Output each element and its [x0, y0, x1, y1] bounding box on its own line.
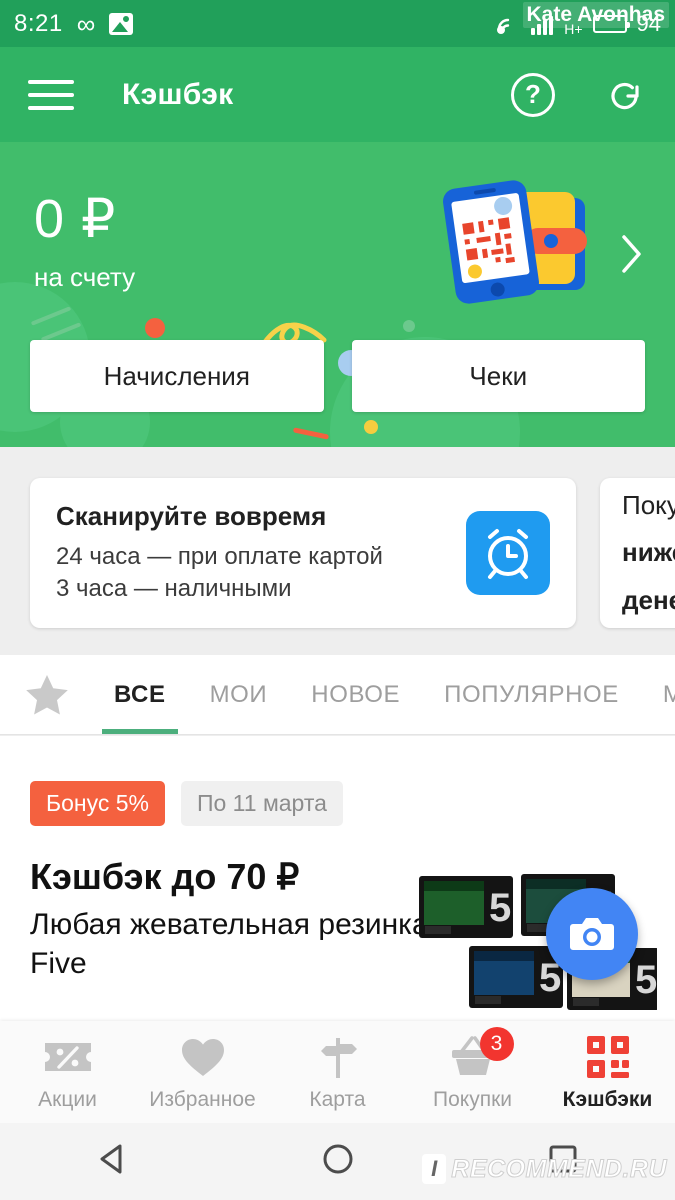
camera-icon: [570, 918, 614, 950]
info-card-scan-on-time[interactable]: Сканируйте вовремя 24 часа — при оплате …: [30, 478, 576, 628]
hamburger-icon[interactable]: [28, 79, 74, 110]
phone-qr-wallet-illustration: [433, 170, 603, 310]
info-card-line-1: 24 часа — при оплате картой: [56, 543, 383, 571]
info-card-next-line-3: дене: [622, 584, 675, 615]
tab-popular[interactable]: ПОПУЛЯРНОЕ: [422, 655, 641, 734]
decorative-dot: [364, 420, 378, 434]
image-icon: [109, 12, 134, 35]
ticket-percent-icon: [43, 1033, 93, 1081]
offer-text: Кэшбэк до 70 ₽ Любая жевательная резинка…: [30, 856, 430, 983]
decorative-dot: [145, 318, 165, 338]
accruals-button[interactable]: Начисления: [30, 340, 324, 412]
app-bar: Кэшбэк ?: [0, 47, 675, 142]
nav-label-favorites: Избранное: [149, 1087, 256, 1111]
app-bar-actions: ?: [511, 72, 647, 117]
tab-all[interactable]: ВСЕ: [92, 655, 188, 734]
category-tabs[interactable]: ВСЕ МОИ НОВОЕ ПОПУЛЯРНОЕ МОЛ: [0, 655, 675, 735]
balance-block: 0 ₽ на счету: [34, 192, 135, 293]
refresh-icon[interactable]: [603, 73, 647, 117]
status-bar-left: 8:21 ∞: [14, 8, 134, 39]
infinity-icon: ∞: [76, 8, 96, 39]
info-card-title: Сканируйте вовремя: [56, 501, 327, 532]
offer-badges: Бонус 5% По 11 марта: [0, 736, 675, 826]
balance-amount: 0 ₽: [34, 189, 117, 249]
nav-label-cashbacks: Кэшбэки: [562, 1087, 653, 1111]
decorative-dot: [403, 320, 415, 332]
chevron-right-icon[interactable]: [619, 232, 645, 281]
decorative-dash: [292, 427, 330, 440]
offer-title: Кэшбэк до 70 ₽: [30, 856, 300, 897]
page-title: Кэшбэк: [122, 77, 234, 111]
info-card-next-line-1: Поку: [622, 490, 675, 521]
offer-subtitle: Любая жевательная резинка Five: [30, 908, 429, 981]
nav-label-purchases: Покупки: [433, 1087, 512, 1111]
balance-hero: 0 ₽ на счету Начисления Чеки: [0, 142, 675, 447]
balance-label: на счету: [34, 262, 136, 292]
hotspot-icon: [495, 13, 521, 35]
nav-item-promotions[interactable]: Акции: [0, 1033, 135, 1112]
nav-label-promotions: Акции: [38, 1087, 97, 1111]
tab-dairy[interactable]: МОЛ: [641, 655, 675, 734]
basket-icon: 3: [448, 1026, 514, 1081]
bottom-navigation[interactable]: Акции Избранное Карта 3 Покупки Кэшбэки: [0, 1021, 675, 1123]
svg-text:5: 5: [489, 886, 511, 930]
status-bar: 8:21 ∞ H+ 94 Kate Avonhas: [0, 0, 675, 47]
signpost-icon: [315, 1033, 361, 1081]
svg-text:5: 5: [635, 958, 657, 1002]
receipts-button[interactable]: Чеки: [351, 340, 645, 412]
star-icon[interactable]: [0, 673, 92, 717]
info-card-next[interactable]: Поку ниже дене: [600, 478, 675, 628]
tab-new[interactable]: НОВОЕ: [289, 655, 422, 734]
info-card-next-line-2: ниже: [622, 537, 675, 568]
status-time: 8:21: [14, 9, 63, 37]
info-cards-carousel[interactable]: Сканируйте вовремя 24 часа — при оплате …: [0, 455, 675, 655]
info-card-line-2: 3 часа — наличными: [56, 575, 292, 602]
tab-my[interactable]: МОИ: [188, 655, 290, 734]
heart-icon: [180, 1033, 226, 1081]
watermark-site-badge: I: [422, 1154, 447, 1184]
back-triangle-icon[interactable]: [93, 1139, 133, 1184]
qr-code-icon: [585, 1033, 631, 1081]
watermark-username: Kate Avonhas: [522, 2, 669, 28]
hero-buttons: Начисления Чеки: [30, 340, 645, 412]
alarm-clock-icon: [466, 511, 550, 595]
watermark-site: I RECOMMEND.RU: [422, 1154, 667, 1184]
nav-item-map[interactable]: Карта: [270, 1033, 405, 1112]
camera-scan-fab[interactable]: [546, 888, 638, 980]
app-screenshot: 8:21 ∞ H+ 94 Kate Avonhas Кэшбэк ? 0 ₽ н…: [0, 0, 675, 1200]
nav-item-favorites[interactable]: Избранное: [135, 1033, 270, 1112]
home-circle-icon[interactable]: [318, 1139, 358, 1184]
nav-label-map: Карта: [309, 1087, 366, 1111]
info-card-texts: Сканируйте вовремя 24 часа — при оплате …: [56, 501, 454, 605]
watermark-site-name: RECOMMEND.RU: [451, 1154, 667, 1183]
bonus-badge: Бонус 5%: [30, 781, 165, 826]
nav-item-purchases[interactable]: 3 Покупки: [405, 1026, 540, 1112]
question-mark-icon[interactable]: ?: [511, 72, 555, 117]
info-cards-track: Сканируйте вовремя 24 часа — при оплате …: [0, 478, 675, 628]
purchases-badge: 3: [479, 1026, 514, 1061]
nav-item-cashbacks[interactable]: Кэшбэки: [540, 1033, 675, 1112]
valid-until-badge: По 11 марта: [180, 781, 343, 826]
